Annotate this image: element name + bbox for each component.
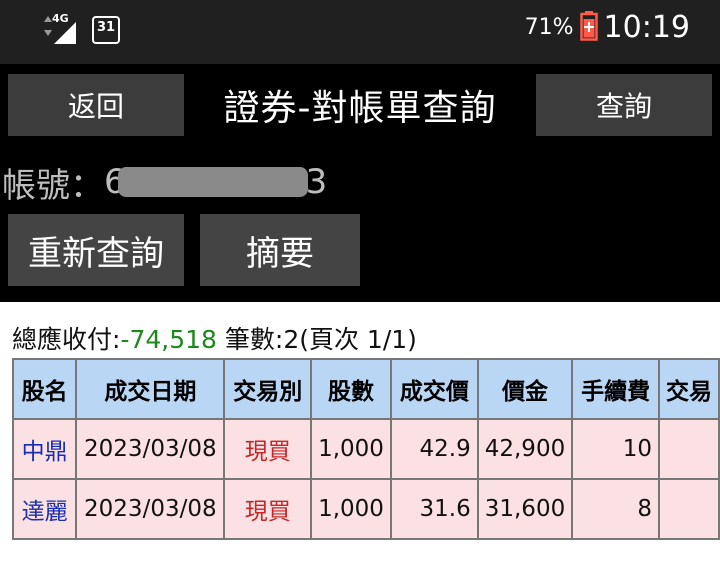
table-header-row: 股名 成交日期 交易別 股數 成交價 價金 手續費 交易 <box>11 358 720 420</box>
total-label: 總應收付: <box>12 325 121 354</box>
account-suffix: 3 <box>305 162 328 202</box>
total-value: -74,518 <box>120 325 217 354</box>
cell-trade-type: 現買 <box>223 418 313 480</box>
cell-amount: 42,900 <box>476 418 574 480</box>
cell-fee: 8 <box>571 478 660 540</box>
query-button[interactable]: 查詢 <box>536 74 712 136</box>
calendar-day: 31 <box>96 20 116 35</box>
statement-table: 股名 成交日期 交易別 股數 成交價 價金 手續費 交易 中鼎 2023/03/… <box>11 358 720 540</box>
signal-icon: 4G <box>38 12 78 46</box>
cell-price: 42.9 <box>389 418 479 480</box>
col-trade-type[interactable]: 交易別 <box>223 358 313 420</box>
calendar-icon: 31 <box>92 16 120 44</box>
status-left: 4G 31 <box>38 12 120 46</box>
status-right: 71% 10:19 <box>525 10 690 45</box>
col-amount[interactable]: 價金 <box>476 358 574 420</box>
cell-trade-date: 2023/03/08 <box>75 418 226 480</box>
cell-shares: 1,000 <box>310 418 392 480</box>
cell-shares: 1,000 <box>310 478 392 540</box>
account-mask <box>117 167 308 197</box>
battery-icon <box>579 10 598 45</box>
col-shares[interactable]: 股數 <box>310 358 392 420</box>
requery-button[interactable]: 重新查詢 <box>8 214 184 286</box>
cell-fee: 10 <box>571 418 660 480</box>
account-label: 帳號： <box>2 165 104 206</box>
col-stock-name[interactable]: 股名 <box>11 358 78 420</box>
col-tax[interactable]: 交易 <box>657 358 720 420</box>
cell-trade-date: 2023/03/08 <box>75 478 226 540</box>
col-trade-date[interactable]: 成交日期 <box>75 358 226 420</box>
cell-stock-name[interactable]: 中鼎 <box>11 418 78 480</box>
battery-percent: 71% <box>524 15 574 40</box>
clock: 10:19 <box>603 10 690 45</box>
cell-amount: 31,600 <box>476 478 574 540</box>
cell-tax <box>657 418 720 480</box>
col-fee[interactable]: 手續費 <box>571 358 660 420</box>
cell-stock-name[interactable]: 達麗 <box>11 478 78 540</box>
back-button[interactable]: 返回 <box>8 74 184 136</box>
page-title: 證券-對帳單查詢 <box>223 88 497 129</box>
cell-tax <box>657 478 720 540</box>
statement-content: 總應收付:-74,518 筆數:2(頁次 1/1) 股名 成交日期 交易別 股數… <box>0 302 720 584</box>
summary-button[interactable]: 摘要 <box>200 214 360 286</box>
col-price[interactable]: 成交價 <box>389 358 479 420</box>
network-type: 4G <box>52 12 69 25</box>
cell-trade-type: 現買 <box>223 478 313 540</box>
status-bar: 4G 31 71% 10:19 <box>0 0 720 64</box>
account-row: 帳號： 6 3 <box>2 158 327 206</box>
cell-price: 31.6 <box>389 478 479 540</box>
table-row[interactable]: 達麗 2023/03/08 現買 1,000 31.6 31,600 8 <box>11 478 720 540</box>
record-count: 筆數:2(頁次 1/1) <box>224 325 417 354</box>
summary-line: 總應收付:-74,518 筆數:2(頁次 1/1) <box>12 320 417 356</box>
table-row[interactable]: 中鼎 2023/03/08 現買 1,000 42.9 42,900 10 <box>11 418 720 480</box>
